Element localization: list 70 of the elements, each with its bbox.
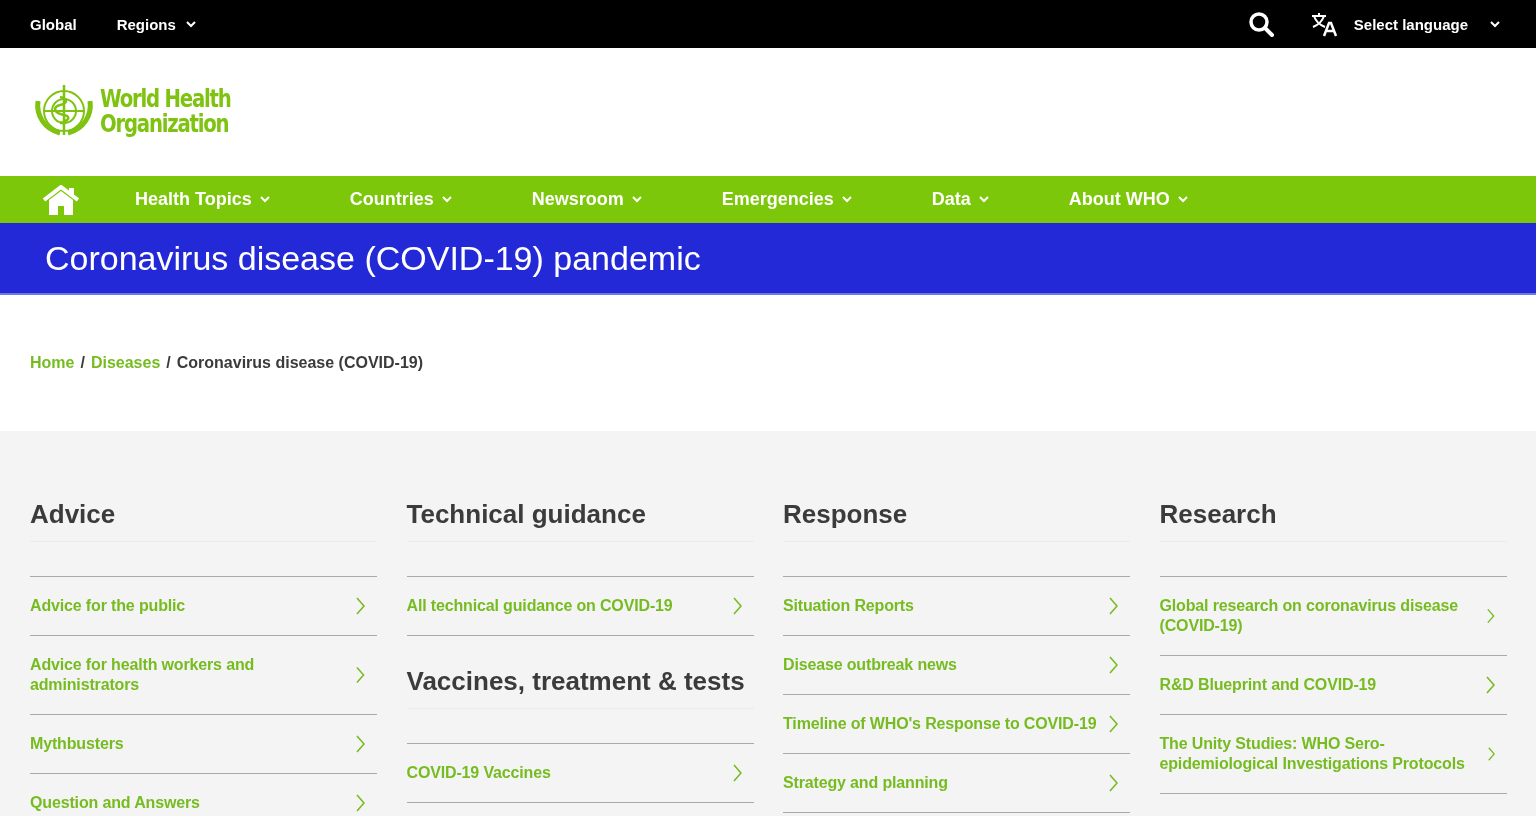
- link-row[interactable]: Global research on coronavirus disease (COVID-19): [1159, 577, 1507, 656]
- section-heading: Advice: [30, 499, 377, 542]
- link-row[interactable]: R&D Blueprint and COVID-19: [1159, 656, 1507, 715]
- top-bar-link[interactable]: Global: [30, 15, 77, 33]
- chevron-right-icon: [1487, 607, 1495, 625]
- link-row[interactable]: Advice for the public: [30, 577, 377, 636]
- breadcrumb-link[interactable]: Home: [30, 354, 75, 372]
- link-row[interactable]: Strategy and planning: [783, 754, 1130, 813]
- link-text[interactable]: All technical guidance on COVID-19: [406, 596, 673, 616]
- chevron-right-icon: [732, 597, 742, 615]
- breadcrumb-current: Coronavirus disease (COVID-19): [176, 354, 424, 372]
- nav-menu-item[interactable]: About WHO: [1068, 189, 1188, 210]
- chevron-right-icon: [356, 735, 365, 753]
- section-heading: Response: [783, 499, 1130, 542]
- link-text[interactable]: Mythbusters: [30, 734, 124, 754]
- link-text[interactable]: Advice for health workers and administrators: [30, 655, 351, 695]
- chevron-down-icon: [631, 196, 642, 203]
- chevron-right-icon: [1487, 745, 1495, 763]
- chevron-right-icon: [1109, 597, 1118, 615]
- link-row[interactable]: Timeline of WHO's Response to COVID-19: [783, 695, 1130, 754]
- chevron-down-icon: [841, 196, 852, 203]
- chevron-right-icon: [732, 764, 742, 782]
- nav-menu-item[interactable]: Data: [931, 189, 989, 210]
- translate-icon: [1309, 11, 1338, 37]
- link-text[interactable]: Global research on coronavirus disease (COVID-19): [1159, 596, 1481, 636]
- chevron-right-icon: [1485, 676, 1495, 694]
- chevron-down-icon: [185, 20, 196, 28]
- nav-menu-item[interactable]: Newsroom: [531, 189, 642, 210]
- breadcrumb-link[interactable]: Diseases: [90, 354, 161, 372]
- chevron-right-icon: [1109, 715, 1118, 733]
- chevron-down-icon: [1490, 20, 1500, 28]
- link-row[interactable]: Advice for health workers and administrators: [30, 636, 377, 715]
- regions-menu[interactable]: Regions: [116, 15, 196, 33]
- chevron-down-icon: [1177, 196, 1188, 203]
- link-text[interactable]: Advice for the public: [30, 596, 186, 616]
- page-title: Coronavirus disease (COVID-19) pandemic: [45, 238, 701, 278]
- chevron-right-icon: [1109, 656, 1118, 674]
- link-text[interactable]: Question and Answers: [30, 793, 200, 813]
- link-row[interactable]: The Unity Studies: WHO Sero-epidemiological Investigations Protocols: [1159, 715, 1507, 794]
- section-heading: Vaccines, treatment & tests: [406, 666, 754, 709]
- link-text[interactable]: Disease outbreak news: [783, 655, 957, 675]
- link-text[interactable]: R&D Blueprint and COVID-19: [1159, 675, 1377, 695]
- nav-menu-item[interactable]: Countries: [349, 189, 452, 210]
- link-row[interactable]: Situation Reports: [783, 577, 1130, 636]
- link-row[interactable]: Mythbusters: [30, 715, 377, 774]
- logo-wordmark[interactable]: World Health Organization: [100, 87, 231, 137]
- section-heading: Technical guidance: [406, 499, 754, 542]
- chevron-down-icon: [259, 196, 270, 203]
- language-select[interactable]: Select language: [1353, 15, 1500, 33]
- breadcrumb-separator: /: [80, 354, 85, 372]
- chevron-right-icon: [1109, 774, 1118, 792]
- breadcrumb-separator: /: [166, 354, 171, 372]
- chevron-down-icon: [978, 196, 989, 203]
- link-text[interactable]: Situation Reports: [783, 596, 914, 616]
- link-row[interactable]: Question and Answers: [30, 774, 377, 816]
- link-text[interactable]: Strategy and planning: [783, 773, 948, 793]
- link-text[interactable]: The Unity Studies: WHO Sero-epidemiological Investigations Protocols: [1159, 734, 1482, 774]
- link-row[interactable]: All technical guidance on COVID-19: [406, 577, 754, 636]
- chevron-right-icon: [356, 597, 365, 615]
- chevron-right-icon: [356, 666, 365, 684]
- nav-menu-item[interactable]: Emergencies: [721, 189, 852, 210]
- link-text[interactable]: COVID-19 Vaccines: [406, 763, 551, 783]
- section-heading: Research: [1159, 499, 1507, 542]
- chevron-down-icon: [441, 196, 452, 203]
- link-row[interactable]: COVID-19 Vaccines: [406, 744, 754, 803]
- chevron-right-icon: [356, 794, 365, 812]
- link-row[interactable]: Disease outbreak news: [783, 636, 1130, 695]
- link-text[interactable]: Timeline of WHO's Response to COVID-19: [783, 714, 1097, 734]
- search-icon[interactable]: [1247, 11, 1274, 37]
- nav-menu-item[interactable]: Health Topics: [135, 189, 270, 210]
